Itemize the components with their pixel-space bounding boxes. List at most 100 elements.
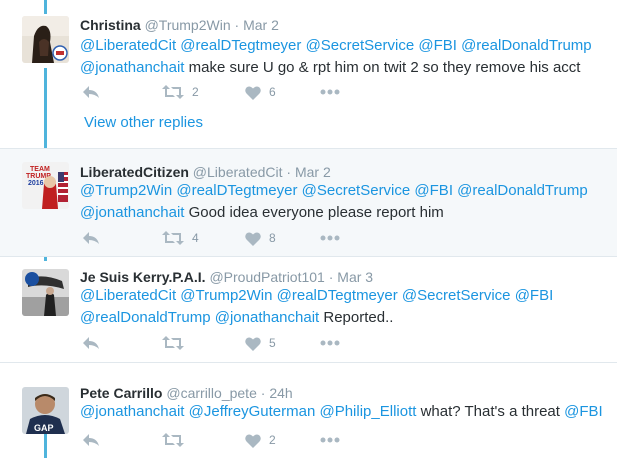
tweet-header: LiberatedCitizen @LiberatedCit · Mar 2	[80, 164, 331, 180]
mention-link[interactable]: @jonathanchait	[80, 59, 184, 76]
reply-button[interactable]	[82, 430, 100, 450]
tweet-jesuiskerry[interactable]: Je Suis Kerry.P.A.I. @ProudPatriot101 · …	[0, 257, 617, 362]
mention-link[interactable]: @realDTegtmeyer	[176, 182, 297, 199]
username[interactable]: @Trump2Win	[145, 17, 231, 33]
separator-dot: ·	[260, 385, 266, 401]
tweet-petecarrillo[interactable]: GAP Pete Carrillo @carrillo_pete · 24h @…	[0, 363, 617, 458]
more-icon	[320, 340, 340, 346]
heart-icon	[245, 336, 261, 351]
heart-icon	[245, 231, 261, 246]
retweet-button[interactable]	[162, 430, 192, 450]
mention-link[interactable]: @FBI	[418, 37, 457, 54]
tweet-header: Pete Carrillo @carrillo_pete · 24h	[80, 385, 293, 401]
mention-link[interactable]: @realDonaldTrump	[80, 309, 211, 326]
more-icon	[320, 437, 340, 443]
tweet-text: @LiberatedCit @Trump2Win @realDTegtmeyer…	[80, 285, 610, 329]
tweet-text: @LiberatedCit @realDTegtmeyer @SecretSer…	[80, 35, 610, 79]
avatar[interactable]	[22, 16, 69, 63]
mention-link[interactable]: @FBI	[564, 403, 603, 420]
tweet-text: @jonathanchait @JeffreyGuterman @Philip_…	[80, 401, 610, 423]
like-count: 5	[269, 336, 276, 350]
tweet-actions: 2 6	[82, 82, 362, 102]
like-button[interactable]: 2	[245, 430, 276, 450]
retweet-count: 4	[192, 231, 199, 245]
timestamp[interactable]: Mar 2	[243, 17, 279, 33]
more-button[interactable]	[320, 430, 340, 450]
mention-link[interactable]: @SecretService	[306, 37, 415, 54]
like-count: 2	[269, 433, 276, 447]
username[interactable]: @carrillo_pete	[166, 385, 256, 401]
display-name[interactable]: Pete Carrillo	[80, 385, 162, 401]
retweet-icon	[162, 433, 184, 447]
svg-text:2016: 2016	[28, 180, 44, 187]
tweet-actions: 2	[82, 430, 362, 450]
mention-link[interactable]: @SecretService	[402, 287, 511, 304]
mention-link[interactable]: @Philip_Elliott	[319, 403, 416, 420]
like-button[interactable]: 8	[245, 228, 276, 248]
tweet-christina[interactable]: Christina @Trump2Win · Mar 2 @LiberatedC…	[0, 0, 617, 148]
tweet-actions: 4 8	[82, 228, 362, 248]
mention-link[interactable]: @Trump2Win	[80, 182, 172, 199]
tweet-actions: 5	[82, 333, 362, 353]
reply-button[interactable]	[82, 228, 100, 248]
mention-link[interactable]: @Trump2Win	[180, 287, 272, 304]
mention-link[interactable]: @realDTegtmeyer	[180, 37, 301, 54]
avatar[interactable]: GAP	[22, 387, 69, 434]
retweet-button[interactable]	[162, 333, 192, 353]
avatar-shirt-text: GAP	[34, 423, 54, 433]
mention-link[interactable]: @FBI	[414, 182, 453, 199]
timestamp[interactable]: Mar 2	[295, 164, 331, 180]
mention-link[interactable]: @jonathanchait	[215, 309, 319, 326]
mention-link[interactable]: @jonathanchait	[80, 204, 184, 221]
retweet-icon	[162, 85, 184, 99]
tweet-body: make sure U go & rpt him on twit 2 so th…	[188, 59, 581, 76]
reply-button[interactable]	[82, 82, 100, 102]
reply-button[interactable]	[82, 333, 100, 353]
mention-link[interactable]: @realDTegtmeyer	[277, 287, 398, 304]
mention-link[interactable]: @realDonaldTrump	[461, 37, 592, 54]
more-button[interactable]	[320, 228, 340, 248]
username[interactable]: @LiberatedCit	[193, 164, 283, 180]
tweet-header: Je Suis Kerry.P.A.I. @ProudPatriot101 · …	[80, 269, 373, 285]
view-other-replies-link[interactable]: View other replies	[84, 114, 203, 131]
retweet-icon	[162, 231, 184, 245]
like-button[interactable]: 6	[245, 82, 276, 102]
more-icon	[320, 89, 340, 95]
tweet-liberatedcitizen[interactable]: TEAM TRUMP 2016 LiberatedCitizen @Libera…	[0, 149, 617, 256]
mention-link[interactable]: @LiberatedCit	[80, 287, 176, 304]
timestamp[interactable]: 24h	[269, 385, 292, 401]
mention-link[interactable]: @jonathanchait	[80, 403, 184, 420]
timestamp[interactable]: Mar 3	[337, 269, 373, 285]
like-count: 6	[269, 85, 276, 99]
separator-dot: ·	[234, 17, 240, 33]
avatar[interactable]	[22, 269, 69, 316]
mention-link[interactable]: @FBI	[515, 287, 554, 304]
heart-icon	[245, 85, 261, 100]
tweet-header: Christina @Trump2Win · Mar 2	[80, 17, 279, 33]
svg-text:TEAM: TEAM	[30, 166, 50, 173]
display-name[interactable]: Christina	[80, 17, 141, 33]
reply-icon	[83, 232, 99, 244]
heart-icon	[245, 433, 261, 448]
reply-icon	[83, 434, 99, 446]
avatar[interactable]: TEAM TRUMP 2016	[22, 162, 69, 209]
separator-dot: ·	[286, 164, 292, 180]
display-name[interactable]: LiberatedCitizen	[80, 164, 189, 180]
more-button[interactable]	[320, 82, 340, 102]
tweet-body: Reported..	[323, 309, 394, 326]
retweet-count: 2	[192, 85, 199, 99]
retweet-button[interactable]: 2	[162, 82, 199, 102]
mention-link[interactable]: @SecretService	[302, 182, 411, 199]
retweet-icon	[162, 336, 184, 350]
mention-link[interactable]: @JeffreyGuterman	[189, 403, 316, 420]
reply-icon	[83, 337, 99, 349]
like-button[interactable]: 5	[245, 333, 276, 353]
like-count: 8	[269, 231, 276, 245]
mention-link[interactable]: @LiberatedCit	[80, 37, 176, 54]
display-name[interactable]: Je Suis Kerry.P.A.I.	[80, 269, 206, 285]
more-button[interactable]	[320, 333, 340, 353]
retweet-button[interactable]: 4	[162, 228, 199, 248]
mention-link[interactable]: @realDonaldTrump	[457, 182, 588, 199]
reply-icon	[83, 86, 99, 98]
username[interactable]: @ProudPatriot101	[209, 269, 324, 285]
